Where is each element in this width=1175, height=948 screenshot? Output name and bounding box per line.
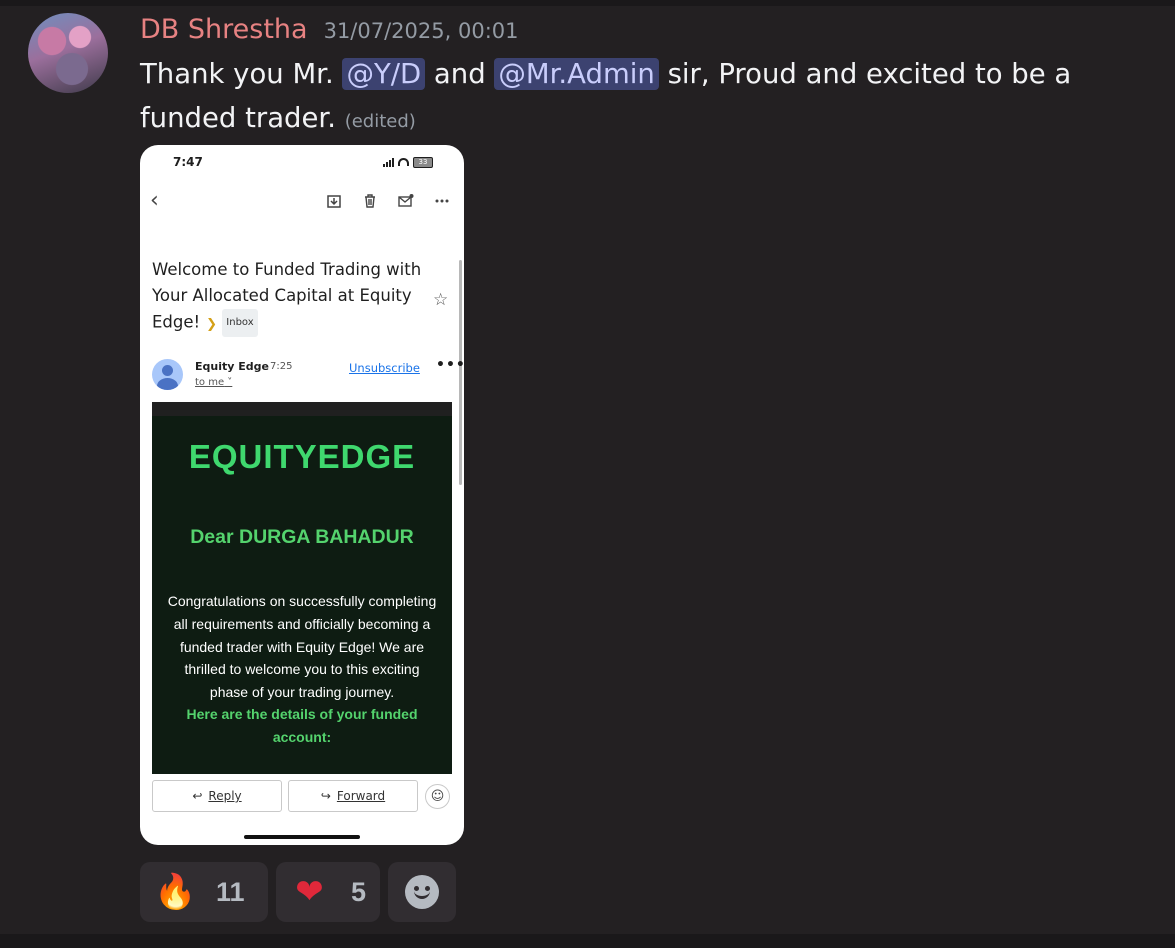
edited-label: (edited) (344, 111, 416, 132)
message-content: Thank you Mr. @Y/D and @Mr.Admin sir, Pr… (140, 52, 1140, 144)
add-reaction-icon (405, 875, 439, 909)
phone-status-bar: 33 (383, 156, 445, 168)
email-body: EQUITYEDGE Dear DURGA BAHADUR Congratula… (152, 402, 452, 774)
phone-clock: 7:47 (173, 155, 203, 169)
back-arrow-icon: ‹ (150, 188, 159, 213)
email-details-heading: Here are the details of your funded acco… (186, 706, 418, 745)
email-subject: Welcome to Funded Trading with Your Allo… (152, 257, 427, 338)
reaction-count: 11 (216, 876, 245, 907)
forward-label: Forward (336, 789, 386, 803)
mention-yd[interactable]: @Y/D (342, 58, 426, 90)
battery-icon: 33 (413, 156, 433, 168)
fire-icon: 🔥 (154, 872, 197, 912)
email-congrats-text: Congratulations on successfully completi… (167, 593, 437, 701)
mention-admin[interactable]: @Mr.Admin (494, 58, 659, 90)
add-reaction-button[interactable] (388, 862, 456, 922)
email-greeting: Dear DURGA BAHADUR (190, 526, 414, 548)
sender-name: Equity Edge (195, 360, 269, 373)
recipient-label: to me ˅ (195, 377, 233, 388)
sender-avatar (152, 359, 183, 390)
archive-icon (327, 195, 341, 208)
image-attachment[interactable]: 7:47 33 ‹ Welcome to Funded Trading with… (140, 145, 464, 845)
brand-logo: EQUITYEDGE (188, 438, 416, 475)
reaction-heart[interactable]: ❤ 5 (276, 862, 380, 922)
signal-icon (383, 157, 394, 167)
forward-button: ↪ Forward (288, 780, 418, 812)
reply-button: ↩ Reply (152, 780, 282, 812)
home-indicator (244, 835, 360, 839)
message-text: and (425, 58, 495, 90)
sender-time: 7:25 (270, 361, 293, 372)
sender-more-icon: ••• (436, 357, 464, 373)
forward-icon: ↪ (320, 789, 331, 803)
heart-icon: ❤ (295, 872, 324, 912)
more-options-icon (435, 199, 449, 203)
reply-icon: ↩ (192, 789, 203, 803)
to-me-text: to me (195, 377, 225, 388)
username[interactable]: DB Shrestha (140, 14, 308, 45)
mark-unread-icon (398, 194, 414, 207)
message-header: DB Shrestha 31/07/2025, 00:01 (140, 14, 518, 50)
email-subject-text: Welcome to Funded Trading with Your Allo… (152, 260, 422, 332)
bottom-divider (0, 934, 1175, 948)
reply-label: Reply (208, 789, 242, 803)
message-timestamp: 31/07/2025, 00:01 (323, 19, 519, 43)
important-label-icon: ❯ (206, 316, 218, 332)
email-top-strip (152, 402, 452, 416)
inbox-chip: Inbox (222, 309, 258, 337)
message-text: Thank you Mr. (140, 58, 343, 90)
reaction-count: 5 (350, 876, 366, 907)
trash-icon (365, 194, 375, 208)
unsubscribe-link: Unsubscribe (349, 361, 420, 375)
emoji-react-icon: ☺ (425, 784, 450, 809)
reaction-fire[interactable]: 🔥 11 (140, 862, 268, 922)
top-divider (0, 0, 1175, 6)
wifi-icon (398, 158, 409, 166)
user-avatar[interactable] (28, 13, 108, 93)
star-icon: ☆ (433, 290, 449, 310)
